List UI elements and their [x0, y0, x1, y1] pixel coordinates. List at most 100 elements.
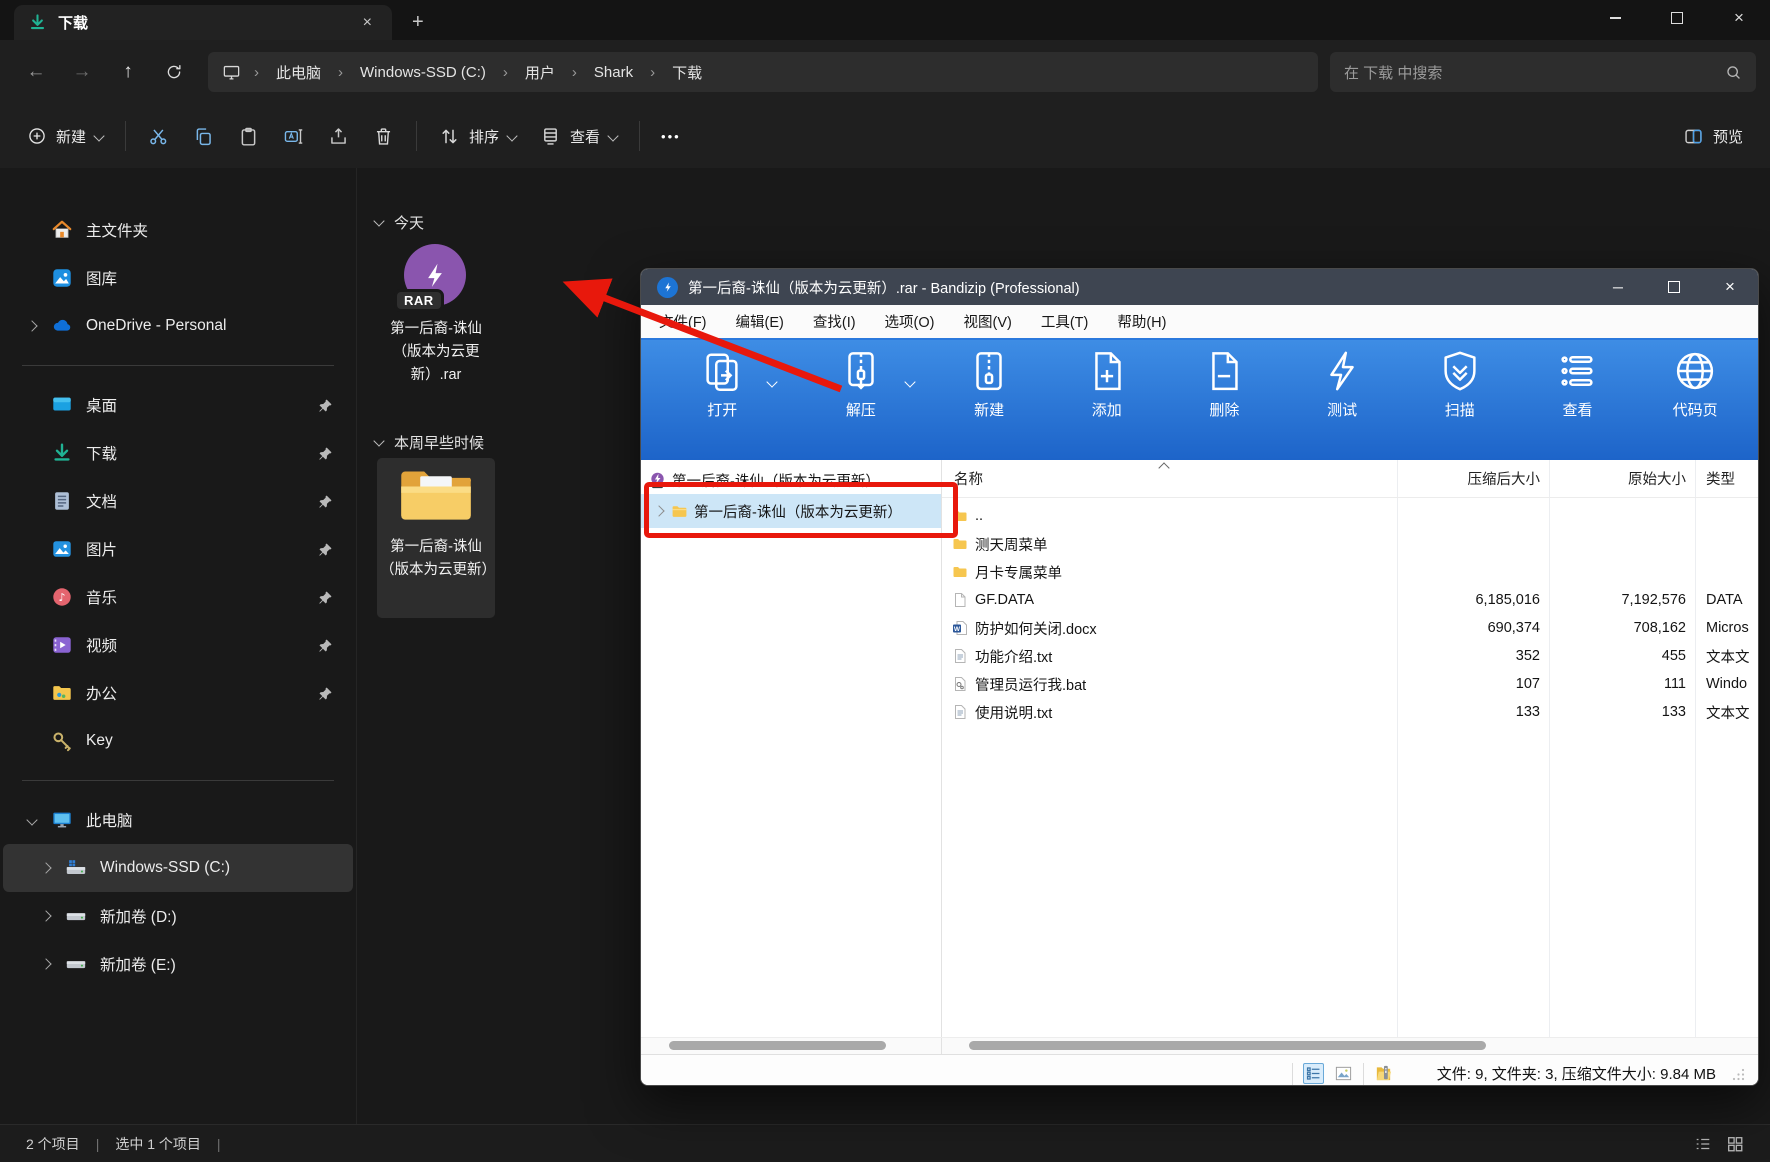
file-name: 月卡专属菜单 [975, 565, 1062, 582]
menu-view[interactable]: 视图(V) [963, 311, 1011, 332]
rar-file-tile[interactable]: RAR 第一后裔-诛仙（版本为云更新）.rar [377, 236, 495, 387]
sidebar-item-office[interactable]: 办公 [3, 669, 353, 717]
maximize-button[interactable] [1646, 0, 1708, 36]
chevron-down-icon[interactable] [765, 376, 778, 388]
list-row-folder[interactable]: 测天周菜单 [942, 530, 1758, 558]
menu-help[interactable]: 帮助(H) [1117, 311, 1166, 332]
tree-scrollbar-thumb[interactable] [669, 1041, 886, 1050]
open-archive-button[interactable]: 打开 [653, 348, 792, 460]
breadcrumb-shark[interactable]: Shark [590, 61, 637, 84]
column-header-original-size[interactable]: 原始大小 [1550, 468, 1696, 489]
breadcrumb-drive-c[interactable]: Windows-SSD (C:) [356, 61, 490, 84]
menu-tools[interactable]: 工具(T) [1041, 311, 1089, 332]
menu-file[interactable]: 文件(F) [659, 311, 707, 332]
view-button[interactable]: 查看 [529, 117, 628, 156]
sidebar-item-label: OneDrive - Personal [86, 317, 227, 334]
list-row-parent-dir[interactable]: .. [942, 502, 1758, 530]
sidebar-item-this-pc[interactable]: 此电脑 [3, 796, 353, 844]
paste-button[interactable] [227, 117, 270, 156]
list-row-file[interactable]: GF.DATA 6,185,016 7,192,576 DATA [942, 586, 1758, 614]
folder-tile-selected[interactable]: 第一后裔-诛仙（版本为云更新） [377, 458, 496, 618]
share-button[interactable] [317, 117, 360, 156]
maximize-button[interactable] [1646, 269, 1702, 305]
list-row-file[interactable]: 使用说明.txt 133 133 文本文 [942, 698, 1758, 726]
menu-edit[interactable]: 编辑(E) [736, 311, 784, 332]
sidebar-item-onedrive[interactable]: OneDrive - Personal [3, 302, 353, 350]
delete-button[interactable] [362, 117, 405, 156]
sidebar-item-label: 音乐 [86, 590, 118, 607]
new-button[interactable]: 新建 [16, 117, 114, 156]
details-view-toggle[interactable] [1694, 1135, 1712, 1153]
list-row-file[interactable]: 管理员运行我.bat 107 111 Windo [942, 670, 1758, 698]
explorer-tab[interactable]: 下载 × [14, 5, 392, 40]
sidebar-item-documents[interactable]: 文档 [3, 477, 353, 525]
copy-button[interactable] [182, 117, 225, 156]
sidebar-item-home[interactable]: 主文件夹 [3, 206, 353, 254]
test-archive-button[interactable]: 测试 [1283, 348, 1401, 460]
breadcrumb-users[interactable]: 用户 [521, 59, 559, 86]
search-input[interactable]: 在 下载 中搜索 [1330, 52, 1756, 92]
video-icon [51, 634, 73, 656]
chevron-right-icon[interactable] [653, 505, 665, 517]
file-type: Windo [1706, 676, 1748, 692]
list-row-file[interactable]: 功能介绍.txt 352 455 文本文 [942, 642, 1758, 670]
details-view-button[interactable] [1302, 1063, 1324, 1084]
chevron-down-icon[interactable] [904, 376, 916, 388]
sidebar-item-drive-c[interactable]: Windows-SSD (C:) [3, 844, 353, 892]
column-header-type[interactable]: 类型 [1696, 468, 1758, 489]
new-tab-button[interactable]: + [412, 11, 424, 34]
sidebar-item-videos[interactable]: 视频 [3, 621, 353, 669]
up-button[interactable]: ↑ [106, 52, 150, 92]
breadcrumb-this-pc[interactable]: 此电脑 [272, 59, 325, 86]
refresh-button[interactable] [152, 52, 196, 92]
open-folder-icon[interactable] [1374, 1064, 1393, 1083]
column-header-packed-size[interactable]: 压缩后大小 [1398, 468, 1550, 489]
address-bar[interactable]: › 此电脑 › Windows-SSD (C:) › 用户 › Shark › … [208, 52, 1318, 92]
tab-close-icon[interactable]: × [357, 14, 378, 32]
original-size: 708,162 [1633, 620, 1686, 636]
group-header-earlier-this-week[interactable]: 本周早些时候 [373, 432, 484, 453]
sidebar-item-drive-e[interactable]: 新加卷 (E:) [3, 940, 353, 988]
preview-button[interactable]: 预览 [1672, 117, 1754, 156]
sidebar-item-desktop[interactable]: 桌面 [3, 381, 353, 429]
resize-grip[interactable] [1730, 1066, 1746, 1082]
add-files-button[interactable]: 添加 [1048, 348, 1166, 460]
delete-files-button[interactable]: 删除 [1166, 348, 1284, 460]
list-row-file[interactable]: W 防护如何关闭.docx 690,374 708,162 Micros [942, 614, 1758, 642]
sidebar-item-key[interactable]: Key [3, 717, 353, 765]
close-button[interactable]: × [1708, 0, 1770, 36]
forward-button[interactable]: → [60, 52, 104, 92]
view-file-button[interactable]: 查看 [1519, 348, 1637, 460]
thumbnail-view-button[interactable] [1334, 1064, 1353, 1083]
bandizip-title-bar[interactable]: 第一后裔-诛仙（版本为云更新）.rar - Bandizip (Professi… [641, 269, 1758, 305]
sidebar-item-downloads[interactable]: 下载 [3, 429, 353, 477]
breadcrumb-downloads[interactable]: 下载 [668, 59, 706, 86]
group-header-today[interactable]: 今天 [373, 212, 424, 233]
column-header-name[interactable]: 名称 [942, 468, 1398, 489]
minimize-button[interactable] [1584, 0, 1646, 36]
list-scrollbar-thumb[interactable] [969, 1041, 1486, 1050]
list-row-folder[interactable]: 月卡专属菜单 [942, 558, 1758, 586]
sidebar-item-drive-d[interactable]: 新加卷 (D:) [3, 892, 353, 940]
sidebar-item-pictures[interactable]: 图片 [3, 525, 353, 573]
more-options-button[interactable]: ••• [651, 120, 691, 153]
tree-item-extracted-folder[interactable]: 第一后裔-诛仙（版本为云更新） [641, 494, 941, 528]
sort-button[interactable]: 排序 [428, 117, 527, 156]
codepage-button[interactable]: 代码页 [1636, 348, 1754, 460]
close-button[interactable]: × [1702, 269, 1758, 305]
pin-icon [318, 398, 333, 413]
menu-options[interactable]: 选项(O) [885, 311, 935, 332]
sidebar-item-music[interactable]: ♪ 音乐 [3, 573, 353, 621]
scan-virus-button[interactable]: 扫描 [1401, 348, 1519, 460]
cut-button[interactable] [137, 117, 180, 156]
sidebar-item-gallery[interactable]: 图库 [3, 254, 353, 302]
minimize-button[interactable]: ─ [1590, 269, 1646, 305]
tree-item-archive-root[interactable]: RAR 第一后裔-诛仙（版本为云更新） [641, 466, 941, 494]
extract-button[interactable]: 解压 [792, 348, 931, 460]
back-button[interactable]: ← [14, 52, 58, 92]
rename-button[interactable] [272, 117, 315, 156]
menu-find[interactable]: 查找(I) [813, 311, 856, 332]
sidebar-item-label: 图库 [86, 271, 118, 288]
new-archive-button[interactable]: 新建 [930, 348, 1048, 460]
icons-view-toggle[interactable] [1726, 1135, 1744, 1153]
